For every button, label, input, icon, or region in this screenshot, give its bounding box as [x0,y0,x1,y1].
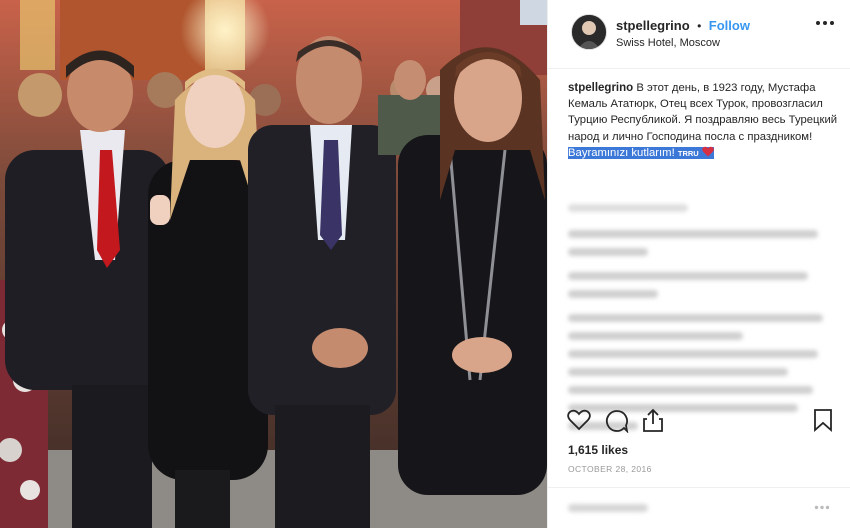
header-separator: • [697,19,702,33]
caption-highlight: Bayramınızı kutlarım! TRRU [568,146,714,159]
blurred-comment-line [568,314,823,322]
post-header: stpellegrino • Follow Swiss Hotel, Mosco… [548,0,850,69]
blurred-load-more [568,204,688,212]
avatar-image [572,15,606,49]
comment-icon[interactable] [605,409,629,433]
heart-icon[interactable] [567,409,591,431]
caption-username[interactable]: stpellegrino [568,82,633,94]
blurred-comment-line [568,248,648,256]
caption: stpellegrino В этот день, в 1923 году, М… [568,80,840,162]
blurred-comment-line [568,350,818,358]
caption-tag: TRRU [677,148,699,158]
blurred-comment-line [568,386,813,394]
blurred-comment-line [568,368,788,376]
blurred-comment-line [568,272,808,280]
avatar[interactable] [571,14,607,50]
header-username[interactable]: stpellegrino [616,18,690,33]
share-icon[interactable] [642,407,664,433]
more-icon[interactable] [815,20,835,26]
heart-emoji-icon [702,146,714,157]
footer-more-icon[interactable] [814,505,830,510]
blurred-comment-line [568,332,743,340]
blurred-comment-line [568,290,658,298]
blurred-login-prompt[interactable] [568,504,648,512]
post-date[interactable]: OCTOBER 28, 2016 [568,464,652,474]
header-title-row: stpellegrino • Follow [616,17,750,35]
bookmark-icon[interactable] [813,408,833,432]
follow-button[interactable]: Follow [709,18,750,33]
location-link[interactable]: Swiss Hotel, Moscow [616,37,720,49]
likes-count[interactable]: 1,615 likes [568,443,628,457]
comment-footer [548,487,850,529]
post-photo-image [0,0,547,528]
caption-highlight-text: Bayramınızı kutlarım! [568,146,675,159]
blurred-comment-line [568,230,818,238]
post-side-panel: stpellegrino • Follow Swiss Hotel, Mosco… [547,0,850,528]
post-photo[interactable] [0,0,547,528]
action-bar [548,404,850,440]
